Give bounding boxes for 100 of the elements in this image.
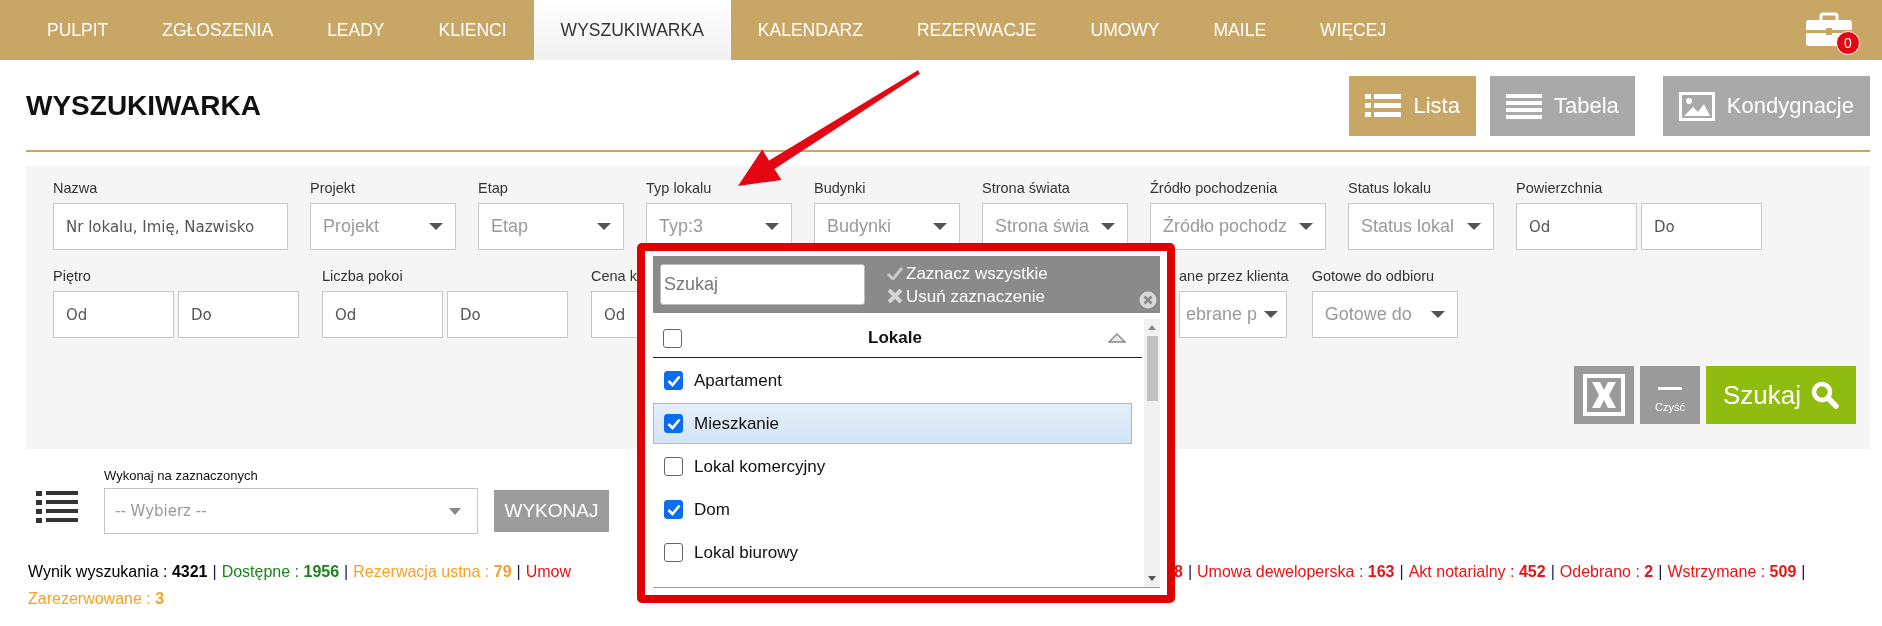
search-button[interactable]: Szukaj: [1706, 366, 1856, 424]
nav-tab[interactable]: PULPIT: [20, 0, 136, 60]
select-field[interactable]: Projekt: [310, 203, 456, 250]
option-row[interactable]: Dom: [653, 489, 1132, 530]
option-row[interactable]: Lokal biurowy: [653, 532, 1132, 573]
view-button[interactable]: Tabela: [1489, 76, 1635, 136]
nav-tab[interactable]: ZGŁOSZENIA: [135, 0, 301, 60]
result-count: Umow: [525, 562, 572, 582]
lines-icon: [1505, 91, 1542, 121]
view-button[interactable]: Kondygnacje: [1662, 76, 1870, 136]
option-row[interactable]: Lokal komercyjny: [653, 446, 1132, 487]
option-label: Dom: [694, 499, 730, 520]
caret-icon: [1430, 311, 1445, 318]
nav-tab[interactable]: KLIENCI: [411, 0, 534, 60]
result-count: Dostępne : 1956: [221, 562, 340, 582]
checkbox[interactable]: [664, 414, 683, 433]
caret-icon: [429, 223, 443, 230]
search-icon: [1811, 381, 1839, 409]
caret-icon: [1299, 223, 1313, 230]
input-field[interactable]: Do: [178, 291, 299, 338]
select-field[interactable]: -- Wybierz --: [104, 488, 478, 534]
field-label: Strona świata: [982, 180, 1071, 196]
result-count: Wstrzymane : 509: [1667, 562, 1797, 582]
pipe-separator: |: [1658, 562, 1663, 582]
field-label: Gotowe do odbioru: [1311, 268, 1436, 284]
pipe-separator: |: [212, 562, 217, 582]
input-field[interactable]: Od: [322, 291, 443, 338]
check-icon: [666, 374, 681, 387]
field-label: Liczba pokoi: [322, 268, 404, 284]
select-field[interactable]: Etap: [478, 203, 624, 250]
count-badge: 0: [1836, 31, 1860, 55]
nav-tab[interactable]: KALENDARZ: [730, 0, 890, 60]
close-icon: [1139, 291, 1157, 309]
result-count: Odebrano : 2: [1559, 562, 1654, 582]
field-label: Piętro: [53, 268, 92, 284]
list-icon: [36, 490, 78, 524]
checkbox[interactable]: [664, 457, 683, 476]
select-field[interactable]: Status lokal: [1348, 203, 1494, 250]
field-label: Etap: [478, 180, 509, 196]
dash-icon: [1658, 386, 1682, 391]
select-all-link[interactable]: Zaznacz wszystkie: [887, 261, 1048, 285]
caret-icon: [765, 223, 779, 230]
result-count: Rezerwacja ustna : 79: [353, 562, 512, 582]
pipe-separator: |: [1399, 562, 1404, 582]
result-count: Zarezerwowane : 3: [28, 589, 165, 609]
nav-tab[interactable]: LEADY: [300, 0, 412, 60]
nav-tab[interactable]: WYSZUKIWARKA: [533, 0, 731, 60]
select-field[interactable]: Gotowe do: [1311, 291, 1458, 338]
column-header: Lokale: [867, 328, 923, 348]
nav-tab[interactable]: REZERWACJE: [889, 0, 1064, 60]
page-title: WYSZUKIWARKA: [26, 90, 261, 122]
nav-tab[interactable]: UMOWY: [1063, 0, 1187, 60]
option-row[interactable]: Apartament: [653, 360, 1132, 401]
field-label: Typ lokalu: [646, 180, 713, 196]
search-field[interactable]: Szukaj: [660, 264, 865, 305]
result-count: 8: [1174, 562, 1183, 582]
input-field[interactable]: Do: [447, 291, 568, 338]
caret-icon: [1264, 311, 1278, 318]
check-icon: [887, 266, 903, 280]
pipe-separator: |: [344, 562, 349, 582]
checkbox[interactable]: [664, 543, 683, 562]
input-field[interactable]: Nr lokalu, Imię, Nazwisko: [53, 203, 288, 250]
pipe-separator: |: [516, 562, 521, 582]
image-icon: [1678, 91, 1715, 121]
export-button[interactable]: [1574, 366, 1634, 424]
field-label: Cena k: [591, 268, 638, 284]
view-button[interactable]: Lista: [1349, 76, 1476, 136]
select-field[interactable]: Źródło pochodz: [1150, 203, 1326, 250]
execute-button[interactable]: WYKONAJ: [494, 490, 609, 532]
option-label: Apartament: [694, 370, 782, 391]
checkbox[interactable]: [663, 328, 682, 348]
x-square-icon: [1582, 373, 1626, 417]
field-label: ane przez klienta: [1179, 268, 1289, 284]
scrollbar[interactable]: [1144, 319, 1160, 587]
result-count: Wynik wyszukania : 4321: [28, 562, 208, 582]
field-label: Źródło pochodzenia: [1150, 180, 1279, 196]
option-label: Lokal komercyjny: [694, 456, 826, 477]
checkbox[interactable]: [664, 371, 683, 390]
clear-selection-link[interactable]: Usuń zaznaczenie: [887, 284, 1048, 308]
result-count: Akt notarialny : 452: [1408, 562, 1546, 582]
input-field[interactable]: Od: [53, 291, 174, 338]
caret-icon: [597, 223, 611, 230]
input-field[interactable]: Od: [1516, 203, 1637, 250]
option-label: Mieszkanie: [694, 413, 780, 434]
field-label: Powierzchnia: [1516, 180, 1604, 196]
input-field[interactable]: Do: [1641, 203, 1762, 250]
check-icon: [666, 417, 681, 430]
nav-tab[interactable]: WIĘCEJ: [1293, 0, 1414, 60]
option-row[interactable]: Mieszkanie: [653, 403, 1132, 444]
select-field[interactable]: ebrane p: [1179, 291, 1287, 338]
check-icon: [666, 503, 681, 516]
nav-tab[interactable]: MAILE: [1186, 0, 1294, 60]
sort-icon: [1108, 333, 1126, 343]
field-label: Projekt: [310, 180, 357, 196]
option-label: Lokal biurowy: [694, 542, 798, 563]
checkbox[interactable]: [664, 500, 683, 519]
clear-button[interactable]: Czyść: [1640, 366, 1700, 424]
pipe-separator: |: [1801, 562, 1806, 582]
pipe-separator: |: [1187, 562, 1193, 582]
x-icon: [887, 289, 903, 303]
